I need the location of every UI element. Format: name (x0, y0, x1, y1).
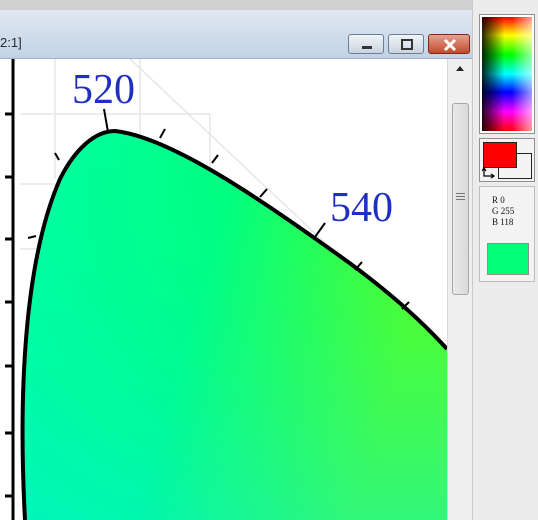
left-axis (5, 59, 15, 520)
spectrum-gradient[interactable] (482, 17, 532, 131)
vertical-scrollbar[interactable] (447, 59, 472, 520)
maximize-icon (401, 39, 413, 50)
close-icon (443, 38, 457, 52)
chromaticity-canvas[interactable]: 520 540 (0, 59, 447, 520)
green-value: G 255 (492, 206, 515, 216)
window-titlebar[interactable]: 2:1] (0, 10, 472, 59)
window-title: 2:1] (0, 35, 22, 50)
grip-icon (456, 193, 465, 200)
swap-colors-icon[interactable] (482, 167, 496, 179)
diagram-window: 2:1] 520 540 (0, 10, 472, 520)
close-button[interactable] (428, 34, 470, 54)
color-spectrum-picker[interactable] (479, 14, 535, 134)
sampled-color-swatch (487, 243, 529, 275)
blue-value: B 118 (492, 217, 514, 227)
wavelength-label-540: 540 (330, 185, 393, 231)
scrollbar-thumb[interactable] (452, 103, 469, 295)
color-swatches (479, 138, 535, 182)
maximize-button[interactable] (388, 34, 424, 54)
rgb-readout: R 0 G 255 B 118 (479, 186, 535, 282)
color-panel: R 0 G 255 B 118 (472, 0, 538, 520)
chromaticity-diagram: 520 540 (5, 59, 447, 520)
minimize-icon (362, 46, 372, 49)
scroll-up-arrow-icon[interactable] (448, 61, 472, 77)
minimize-button[interactable] (348, 34, 384, 54)
foreground-color-swatch[interactable] (483, 142, 517, 168)
wavelength-label-520: 520 (72, 67, 135, 113)
red-value: R 0 (492, 195, 505, 205)
